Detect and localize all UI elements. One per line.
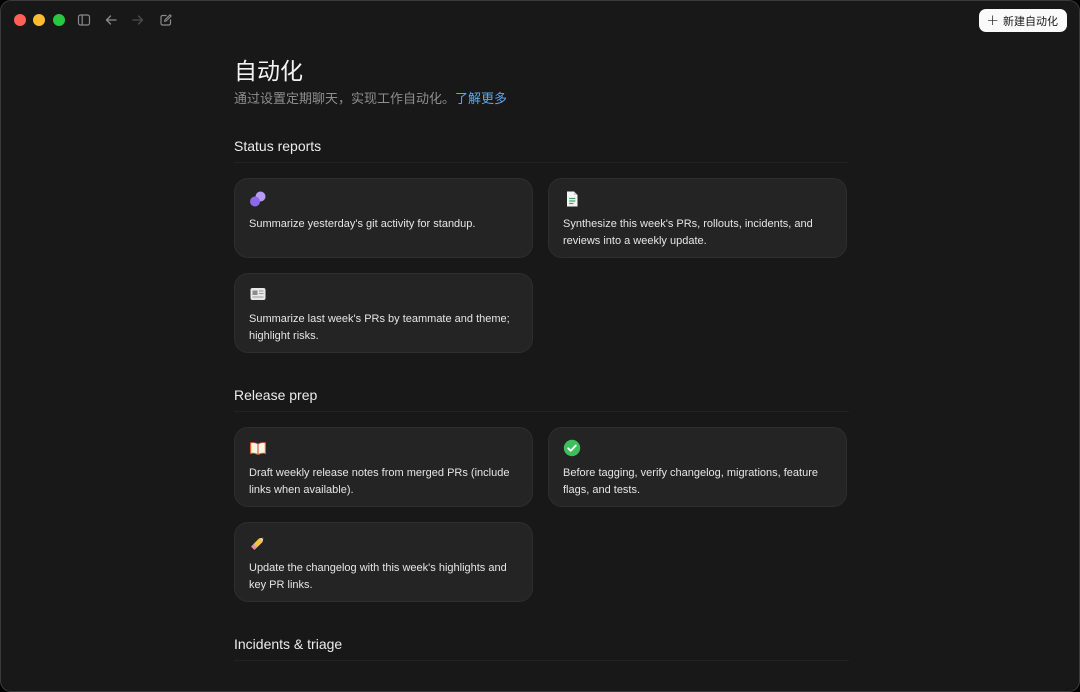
app-window: + 新建自动化 自动化 通过设置定期聊天，实现工作自动化。了解更多 Status… <box>0 0 1080 692</box>
newspaper-icon <box>250 288 266 300</box>
document-icon <box>567 191 578 207</box>
open-book-icon <box>250 442 266 455</box>
card-text: Draft weekly release notes from merged P… <box>249 467 510 496</box>
maximize-window-button[interactable] <box>53 14 65 26</box>
card-text: Update the changelog with this week's hi… <box>249 562 507 591</box>
automation-card[interactable]: Summarize last week's PRs by teammate an… <box>234 273 533 353</box>
automation-card[interactable]: Update the changelog with this week's hi… <box>234 522 533 602</box>
title-bar: + 新建自动化 <box>1 1 1079 39</box>
subtitle-text: 通过设置定期聊天，实现工作自动化。 <box>234 92 456 107</box>
automation-card[interactable]: Summarize yesterday's git activity for s… <box>234 178 533 258</box>
chat-bubbles-icon <box>250 191 266 207</box>
section-title-release-prep: Release prep <box>234 387 318 403</box>
page-title: 自动化 <box>234 59 303 85</box>
close-window-button[interactable] <box>14 14 26 26</box>
plus-icon: + <box>986 10 999 29</box>
compose-icon[interactable] <box>158 12 174 28</box>
check-circle-icon <box>563 439 581 457</box>
forward-arrow-icon[interactable] <box>130 12 146 28</box>
card-text: Before tagging, verify changelog, migrat… <box>563 467 818 496</box>
minimize-window-button[interactable] <box>33 14 45 26</box>
new-automation-button[interactable]: + 新建自动化 <box>979 9 1067 32</box>
section-divider <box>234 162 849 163</box>
automation-card[interactable]: Synthesize this week's PRs, rollouts, in… <box>548 178 847 258</box>
section-divider <box>234 660 849 661</box>
automation-card[interactable]: Draft weekly release notes from merged P… <box>234 427 533 507</box>
page-subtitle: 通过设置定期聊天，实现工作自动化。了解更多 <box>234 91 849 109</box>
new-automation-label: 新建自动化 <box>1003 14 1058 28</box>
section-title-incidents-triage: Incidents & triage <box>234 636 343 652</box>
learn-more-link[interactable]: 了解更多 <box>455 92 507 107</box>
card-text: Summarize yesterday's git activity for s… <box>249 218 476 230</box>
card-text: Summarize last week's PRs by teammate an… <box>249 313 510 342</box>
section-divider <box>234 411 849 412</box>
main-content: 自动化 通过设置定期聊天，实现工作自动化。了解更多 Status reports… <box>234 51 849 661</box>
section-title-status-reports: Status reports <box>234 138 322 154</box>
back-arrow-icon[interactable] <box>103 12 119 28</box>
pencil-icon <box>251 537 264 550</box>
sidebar-toggle-icon[interactable] <box>76 12 92 28</box>
automation-card[interactable]: Before tagging, verify changelog, migrat… <box>548 427 847 507</box>
card-text: Synthesize this week's PRs, rollouts, in… <box>563 218 813 247</box>
